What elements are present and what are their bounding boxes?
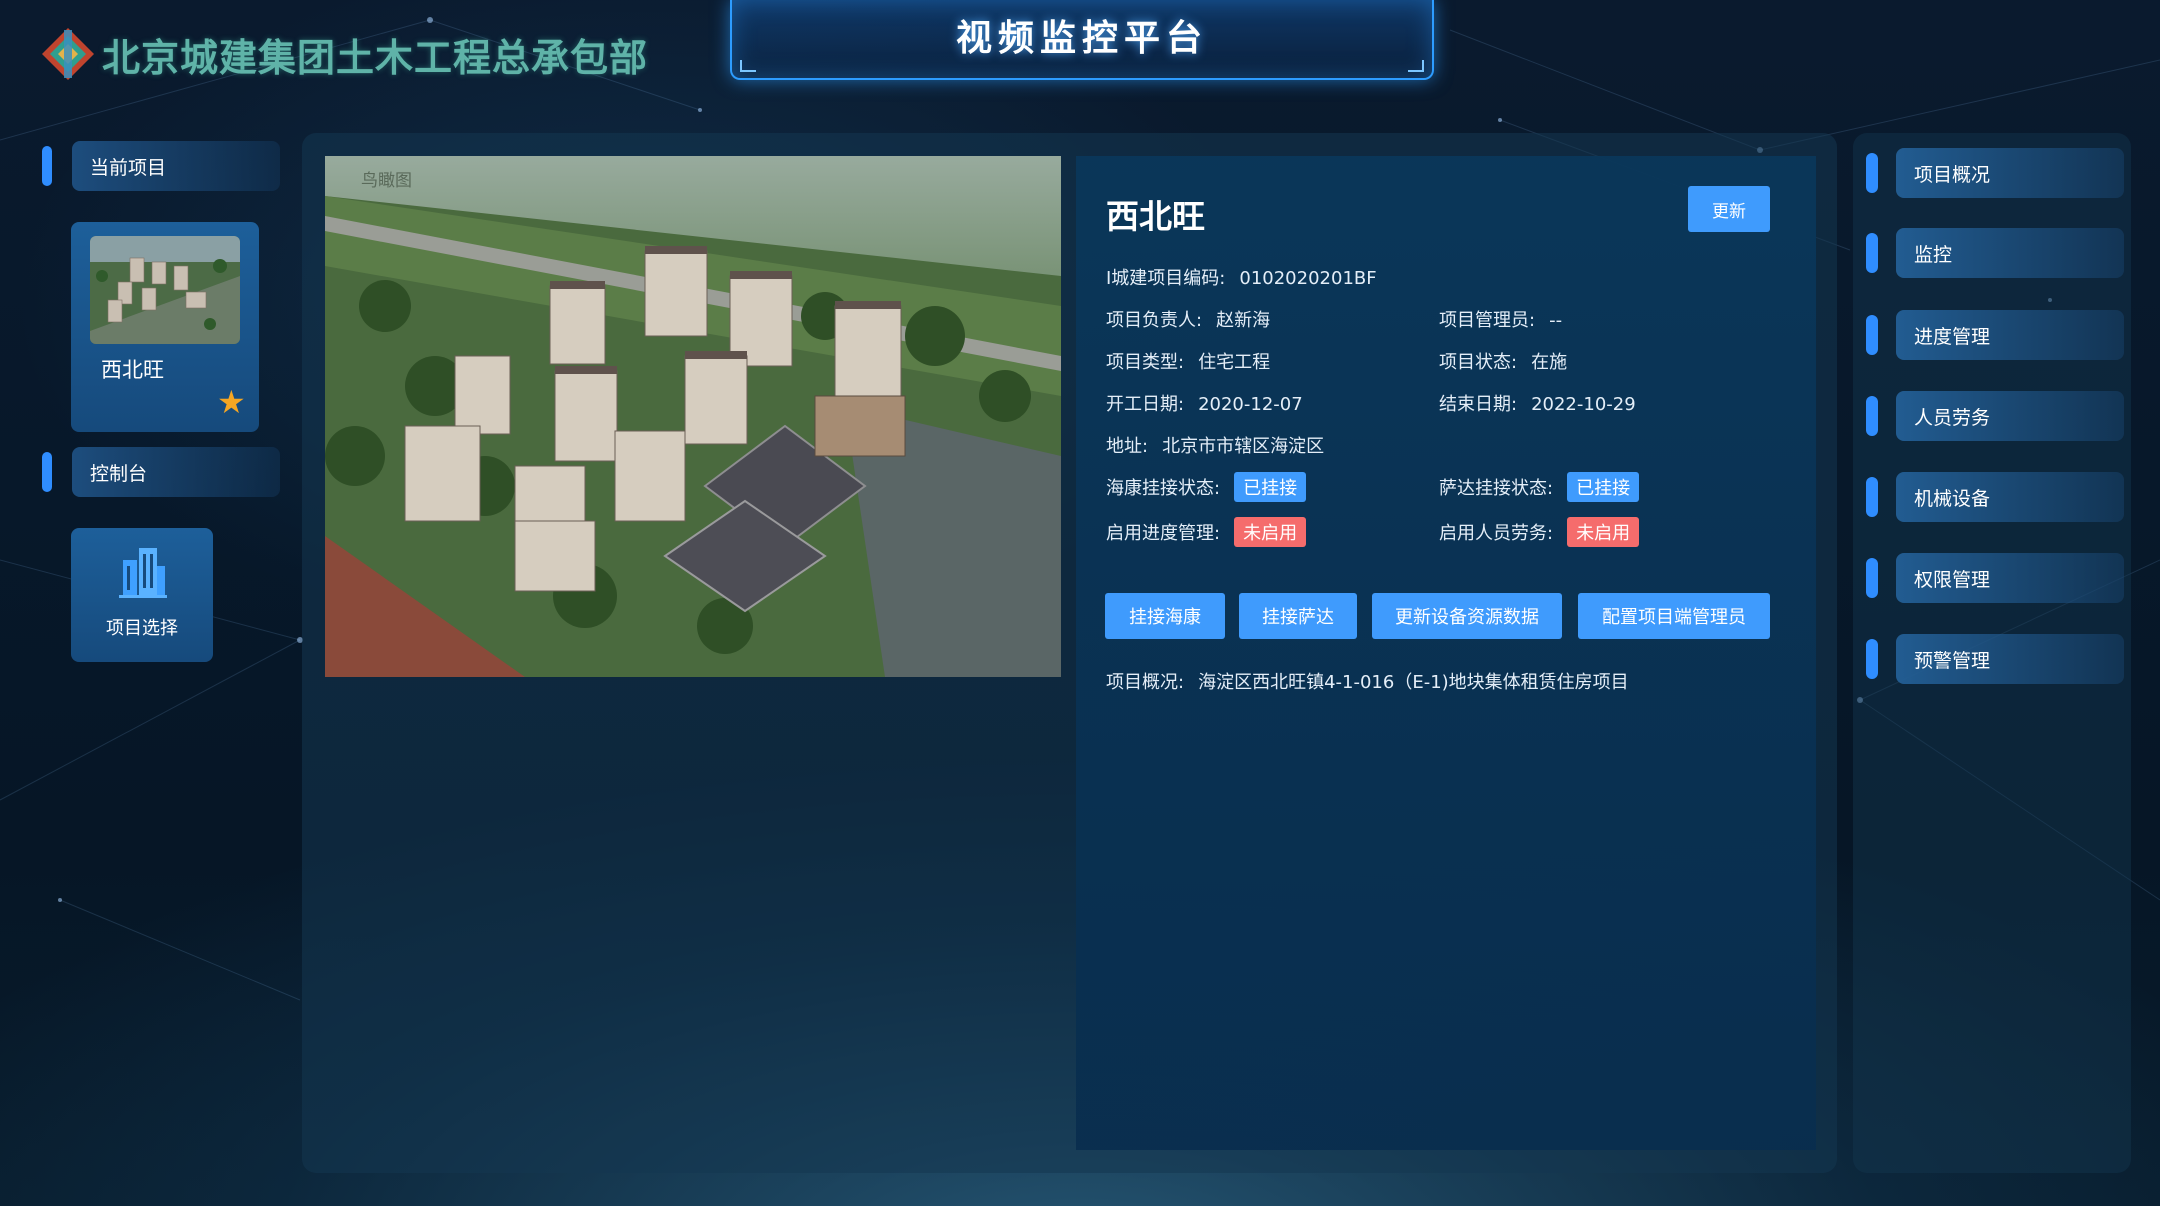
title-corner-left [740,60,756,72]
platform-title: 视频监控平台 [955,18,1208,59]
menu-label: 人员劳务 [1896,391,2124,441]
menu-item-monitor[interactable]: 监控 [1866,228,2124,278]
tab-indicator [42,452,52,492]
current-project-tab[interactable]: 当前项目 [42,141,280,191]
menu-item-permissions[interactable]: 权限管理 [1866,553,2124,603]
menu-item-labor[interactable]: 人员劳务 [1866,391,2124,441]
address-value: 北京市市辖区海淀区 [1162,436,1325,457]
company-logo-icon [42,28,94,80]
menu-label: 预警管理 [1896,634,2124,684]
start-date-label: 开工日期: [1106,394,1185,415]
labor-mgmt-badge: 未启用 [1567,517,1640,547]
platform-title-banner: 视频监控平台 [730,0,1434,80]
sada-status-label: 萨达挂接状态: [1439,478,1554,499]
project-type-value: 住宅工程 [1198,352,1271,373]
building-icon [119,548,167,598]
menu-label: 进度管理 [1896,310,2124,360]
end-date-label: 结束日期: [1439,394,1518,415]
labor-mgmt-field: 启用人员劳务: 未启用 [1439,517,1640,547]
menu-item-alerts[interactable]: 预警管理 [1866,634,2124,684]
menu-indicator [1866,315,1878,355]
current-project-name: 西北旺 [101,358,164,382]
update-button[interactable]: 更新 [1688,186,1770,232]
project-title: 西北旺 [1106,197,1205,236]
sada-status-badge: 已挂接 [1567,472,1640,502]
config-admin-button[interactable]: 配置项目端管理员 [1578,593,1770,639]
progress-mgmt-badge: 未启用 [1234,517,1307,547]
sada-status-field: 萨达挂接状态: 已挂接 [1439,472,1640,502]
address-field: 地址: 北京市市辖区海淀区 [1106,432,1324,458]
project-overview-label: 项目概况: [1106,672,1185,693]
menu-indicator [1866,477,1878,517]
title-corner-right [1408,60,1424,72]
progress-mgmt-label: 启用进度管理: [1106,523,1221,544]
project-type-field: 项目类型: 住宅工程 [1106,348,1270,374]
project-admin-label: 项目管理员: [1439,310,1536,331]
project-leader-label: 项目负责人: [1106,310,1203,331]
project-overview-value: 海淀区西北旺镇4-1-016（E-1)地块集体租赁住房项目 [1198,672,1629,693]
project-select-button[interactable]: 项目选择 [71,528,213,662]
project-code-value: 0102020201BF [1239,268,1377,289]
menu-label: 监控 [1896,228,2124,278]
menu-label: 项目概况 [1896,148,2124,198]
menu-item-project-overview[interactable]: 项目概况 [1866,148,2124,198]
project-type-label: 项目类型: [1106,352,1185,373]
current-project-card[interactable]: 西北旺 ★ [71,222,259,432]
project-leader-value: 赵新海 [1216,310,1271,331]
star-icon[interactable]: ★ [217,386,246,418]
menu-label: 机械设备 [1896,472,2124,522]
menu-item-progress[interactable]: 进度管理 [1866,310,2124,360]
project-select-label: 项目选择 [106,618,178,639]
menu-indicator [1866,639,1878,679]
project-admin-value: -- [1549,310,1563,331]
org-name: 北京城建集团土木工程总承包部 [102,35,649,80]
address-label: 地址: [1106,436,1149,457]
project-admin-field: 项目管理员: -- [1439,306,1562,332]
menu-item-machinery[interactable]: 机械设备 [1866,472,2124,522]
project-code-label: I城建项目编码: [1106,268,1226,289]
labor-mgmt-label: 启用人员劳务: [1439,523,1554,544]
menu-indicator [1866,558,1878,598]
image-caption: 鸟瞰图 [361,171,412,191]
aerial-rendering: 鸟瞰图 [325,156,1061,677]
start-date-value: 2020-12-07 [1198,394,1303,415]
end-date-value: 2022-10-29 [1531,394,1636,415]
current-project-label: 当前项目 [72,141,280,191]
menu-indicator [1866,396,1878,436]
project-status-label: 项目状态: [1439,352,1518,373]
link-sada-button[interactable]: 挂接萨达 [1239,593,1357,639]
menu-indicator [1866,153,1878,193]
console-tab[interactable]: 控制台 [42,447,280,497]
project-status-value: 在施 [1531,352,1568,373]
menu-indicator [1866,233,1878,273]
project-aerial-image: 鸟瞰图 [325,156,1061,677]
end-date-field: 结束日期: 2022-10-29 [1439,390,1636,416]
project-thumbnail [90,236,240,344]
console-label: 控制台 [72,447,280,497]
project-overview-field: 项目概况: 海淀区西北旺镇4-1-016（E-1)地块集体租赁住房项目 [1106,668,1629,694]
project-leader-field: 项目负责人: 赵新海 [1106,306,1270,332]
company-logo: 北京城建集团土木工程总承包部 [40,24,648,84]
hikvision-status-badge: 已挂接 [1234,472,1307,502]
project-code-field: I城建项目编码: 0102020201BF [1106,264,1377,290]
hikvision-status-label: 海康挂接状态: [1106,478,1221,499]
project-status-field: 项目状态: 在施 [1439,348,1567,374]
link-hikvision-button[interactable]: 挂接海康 [1105,593,1225,639]
refresh-device-data-button[interactable]: 更新设备资源数据 [1372,593,1562,639]
menu-label: 权限管理 [1896,553,2124,603]
start-date-field: 开工日期: 2020-12-07 [1106,390,1303,416]
tab-indicator [42,146,52,186]
project-info-panel: 西北旺 更新 I城建项目编码: 0102020201BF 项目负责人: 赵新海 项目… [1076,156,1816,1150]
hikvision-status-field: 海康挂接状态: 已挂接 [1106,472,1307,502]
progress-mgmt-field: 启用进度管理: 未启用 [1106,517,1307,547]
